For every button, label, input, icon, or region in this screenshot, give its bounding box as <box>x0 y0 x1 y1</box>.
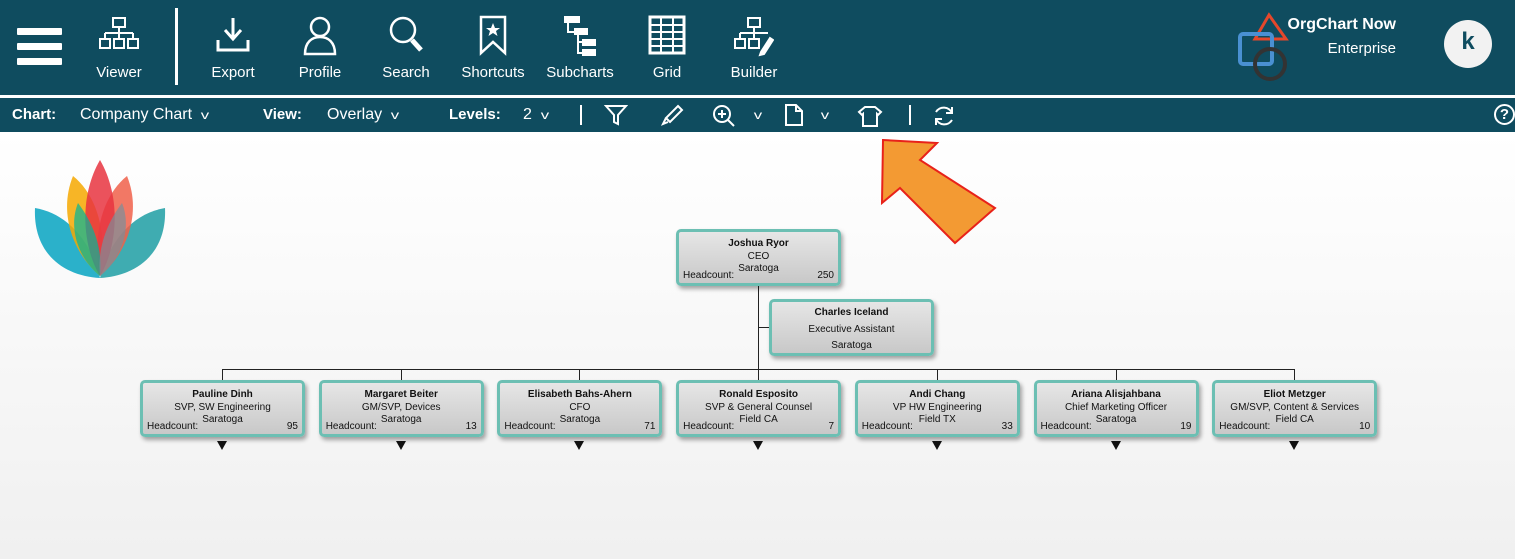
toolbar-divider <box>909 105 911 125</box>
highlighter-icon[interactable] <box>660 104 684 126</box>
page-icon[interactable] <box>784 104 804 126</box>
headcount-label: Headcount: <box>325 420 377 432</box>
chart-label: Chart: <box>12 106 57 123</box>
headcount-value: 13 <box>465 420 477 432</box>
viewer-button[interactable]: Viewer <box>79 14 159 81</box>
expand-triangle-icon[interactable] <box>395 441 406 450</box>
connector-line <box>579 369 581 380</box>
grid-button[interactable]: Grid <box>627 14 707 81</box>
search-icon <box>389 16 423 52</box>
expand-triangle-icon[interactable] <box>1289 441 1300 450</box>
headcount-value: 19 <box>1180 420 1192 432</box>
levels-label: Levels: <box>449 106 501 123</box>
shirt-icon[interactable] <box>857 105 883 127</box>
toolbar-divider <box>580 105 582 125</box>
headcount-value: 33 <box>1001 420 1013 432</box>
connector-line <box>1294 369 1296 380</box>
headcount-label: Headcount: <box>147 420 199 432</box>
shortcuts-button[interactable]: Shortcuts <box>453 14 533 81</box>
headcount-value: 7 <box>828 420 835 432</box>
orange-pointer-arrow <box>880 138 997 245</box>
org-node-ceo[interactable]: Joshua Ryor CEO Saratoga Headcount: 250 <box>676 229 841 286</box>
org-node-report[interactable]: Margaret Beiter GM/SVP, Devices Saratoga He… <box>318 380 484 437</box>
headcount-label: Headcount: <box>683 420 735 432</box>
expand-triangle-icon[interactable] <box>753 441 764 450</box>
connector-line <box>758 327 769 328</box>
expand-triangle-icon[interactable] <box>574 441 585 450</box>
view-select[interactable]: Overlay v <box>327 98 400 132</box>
headcount-value: 71 <box>644 420 656 432</box>
chevron-down-icon: v <box>390 108 400 122</box>
subcharts-button[interactable]: Subcharts <box>540 14 620 81</box>
node-name: Andi Chang <box>909 389 966 400</box>
connector-line <box>1115 369 1117 380</box>
person-icon <box>303 16 337 56</box>
expand-triangle-icon[interactable] <box>931 441 942 450</box>
refresh-icon[interactable] <box>932 104 956 128</box>
org-chart-icon <box>99 17 139 49</box>
help-button[interactable]: ? <box>1494 104 1515 125</box>
connector-line <box>936 369 938 380</box>
chevron-down-icon: v <box>200 108 210 122</box>
grid-icon <box>648 15 686 55</box>
node-name: Pauline Dinh <box>192 389 253 400</box>
headcount-label: Headcount: <box>1040 420 1092 432</box>
expand-triangle-icon[interactable] <box>1110 441 1121 450</box>
zoom-in-icon[interactable] <box>712 104 736 128</box>
export-button[interactable]: Export <box>193 14 273 81</box>
headcount-value: 10 <box>1359 420 1371 432</box>
search-button[interactable]: Search <box>366 14 446 81</box>
subcharts-icon <box>564 16 596 56</box>
headcount-value: 95 <box>286 420 298 432</box>
chart-toolbar: Chart: Company Chart v View: Overlay v Lev… <box>0 98 1515 132</box>
node-name: Ariana Alisjahbana <box>1071 389 1161 400</box>
node-name: Elisabeth Bahs-Ahern <box>527 389 632 400</box>
toolbar-divider <box>175 8 178 85</box>
top-navigation: Viewer Export Profile Search Shortcuts S… <box>0 0 1515 95</box>
org-node-report[interactable]: Eliot Metzger GM/SVP, Content & Services F… <box>1212 380 1378 437</box>
org-node-report[interactable]: Ronald Esposito SVP & General Counsel Fiel… <box>676 380 842 437</box>
view-label: View: <box>263 106 302 123</box>
builder-button[interactable]: Builder <box>714 14 794 81</box>
chevron-down-icon[interactable]: v <box>821 98 829 132</box>
edition-label: Enterprise <box>1327 40 1396 57</box>
hamburger-menu-icon[interactable] <box>17 28 62 66</box>
avatar[interactable]: k <box>1444 20 1492 68</box>
org-node-assistant[interactable]: Charles Iceland Executive Assistant Sara… <box>769 299 934 356</box>
expand-triangle-icon[interactable] <box>217 441 227 450</box>
node-title: GM/SVP, Devices <box>361 401 441 413</box>
node-title: GM/SVP, Content & Services <box>1230 401 1360 413</box>
profile-button[interactable]: Profile <box>280 14 360 81</box>
org-node-report[interactable]: Andi Chang VP HW Engineering Field TX Headc… <box>854 380 1020 437</box>
node-name: Ronald Esposito <box>719 389 799 400</box>
download-icon <box>216 18 250 52</box>
brand-name: OrgChart Now <box>1287 16 1396 33</box>
node-name: Margaret Beiter <box>364 389 438 400</box>
node-title: CFO <box>569 401 591 413</box>
org-node-report[interactable]: Pauline Dinh SVP, SW Engineering Saratoga H… <box>140 380 305 437</box>
chevron-down-icon: v <box>540 108 550 122</box>
builder-icon <box>734 17 774 57</box>
company-lotus-logo <box>34 160 166 278</box>
levels-select[interactable]: 2v <box>523 98 550 132</box>
headcount-label: Headcount: <box>504 420 556 432</box>
chart-select[interactable]: Company Chart v <box>80 98 210 132</box>
node-title: Chief Marketing Officer <box>1064 401 1168 413</box>
connector-line <box>400 369 402 380</box>
connector-line <box>758 369 760 380</box>
node-name: Eliot Metzger <box>1263 389 1326 400</box>
headcount-label: Headcount: <box>1219 420 1271 432</box>
node-title: VP HW Engineering <box>892 401 982 413</box>
filter-icon[interactable] <box>604 104 628 126</box>
chevron-down-icon[interactable]: v <box>754 98 762 132</box>
node-title: SVP & General Counsel <box>705 401 813 413</box>
org-node-report[interactable]: Ariana Alisjahbana Chief Marketing Office… <box>1033 380 1199 437</box>
org-node-report[interactable]: Elisabeth Bahs-Ahern CFO Saratoga Headcount… <box>497 380 663 437</box>
bookmark-star-icon <box>479 15 507 56</box>
connector-line <box>758 286 759 380</box>
node-title: SVP, SW Engineering <box>174 401 271 413</box>
headcount-label: Headcount: <box>861 420 913 432</box>
connector-line <box>222 369 223 380</box>
